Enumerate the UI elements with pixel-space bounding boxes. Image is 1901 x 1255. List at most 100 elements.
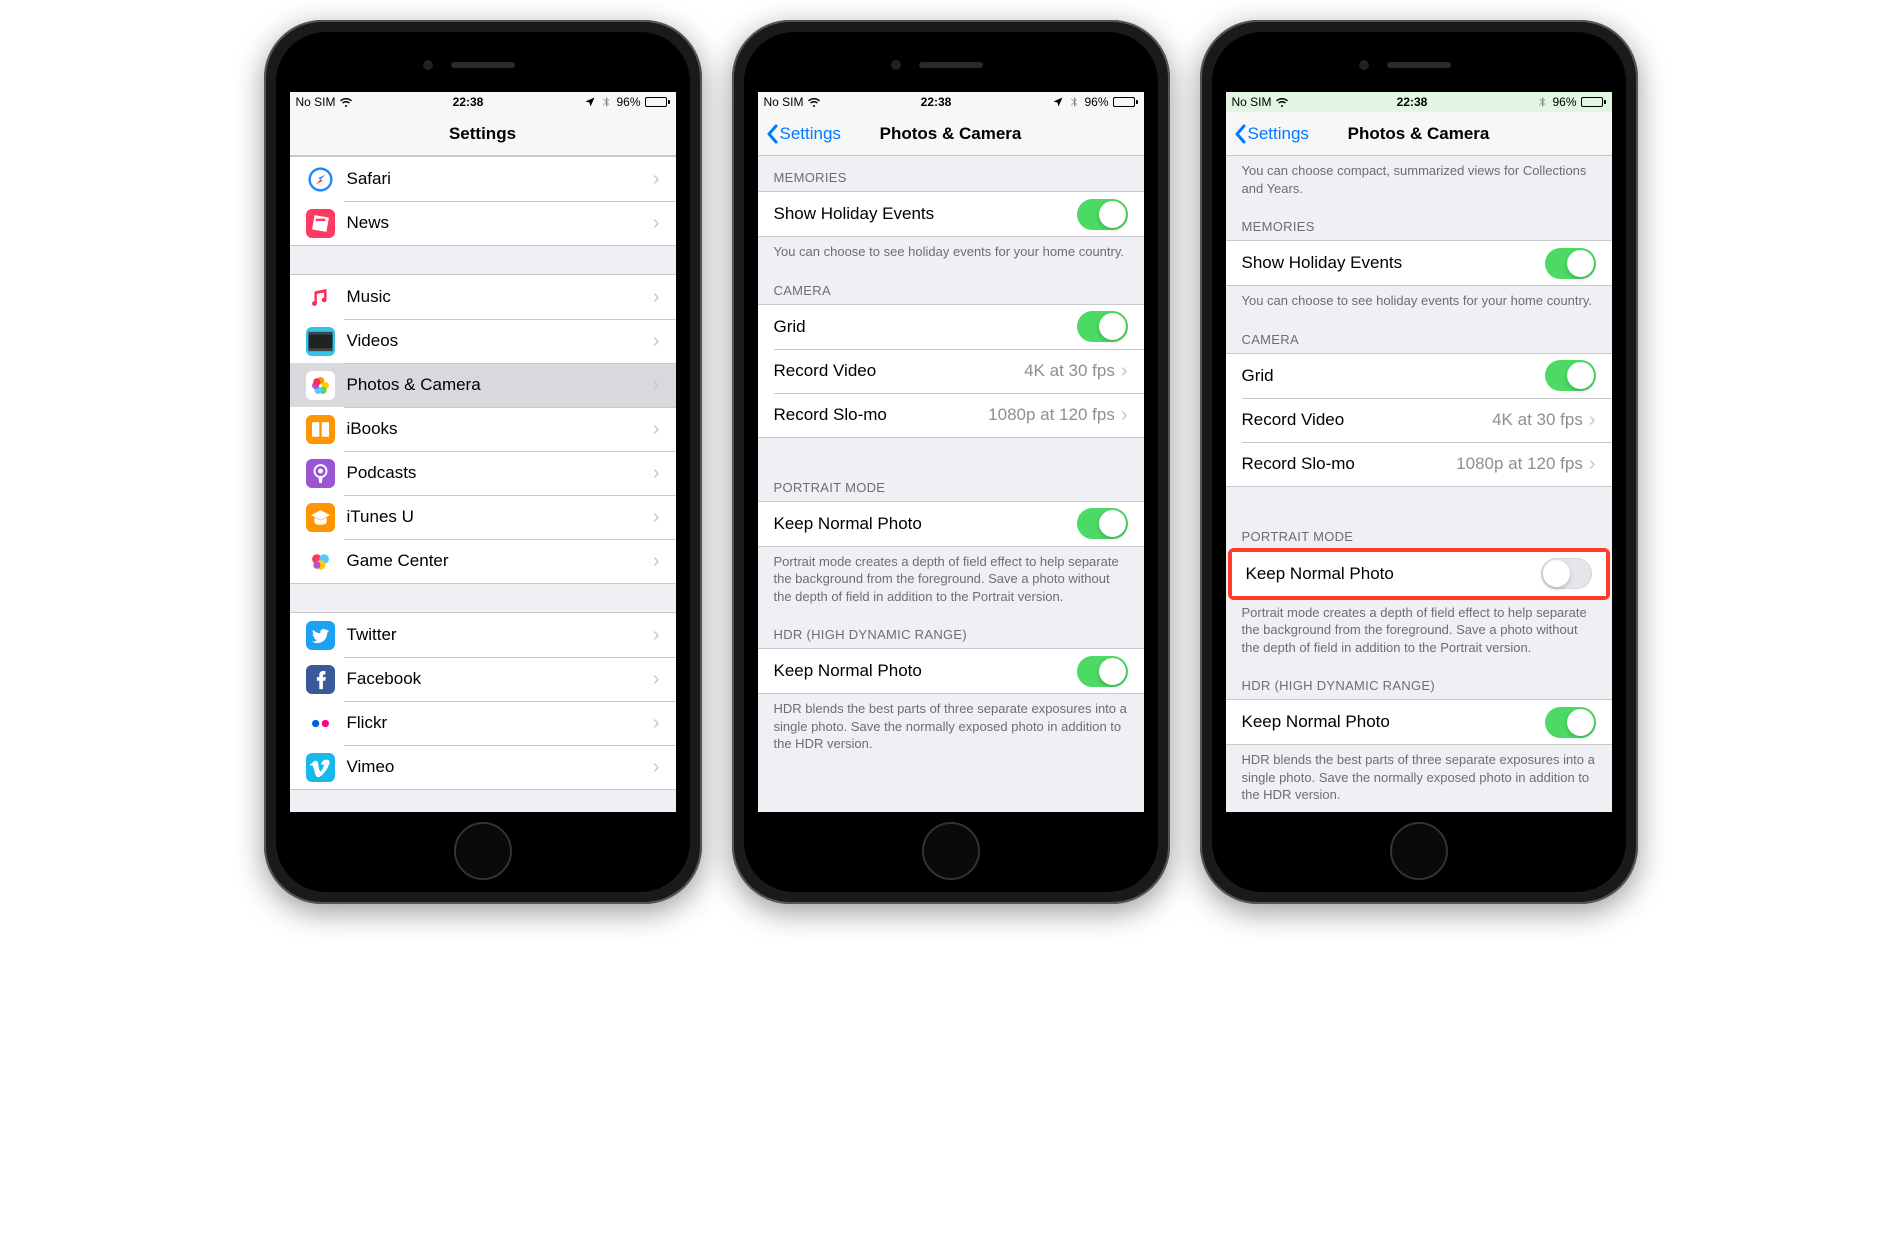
settings-row-itunesu[interactable]: iTunes U›: [290, 495, 676, 539]
row-show-holiday-events[interactable]: Show Holiday Events: [758, 192, 1144, 236]
section-footer-memories: You can choose to see holiday events for…: [758, 237, 1144, 269]
settings-row-safari[interactable]: Safari›: [290, 157, 676, 201]
chevron-right-icon: ›: [653, 507, 660, 527]
row-keep-normal-portrait[interactable]: Keep Normal Photo: [758, 502, 1144, 546]
section-header-memories: MEMORIES: [1226, 205, 1612, 240]
section-footer-top: You can choose compact, summarized views…: [1226, 156, 1612, 205]
music-icon: [306, 283, 335, 312]
chevron-right-icon: ›: [653, 419, 660, 439]
back-button[interactable]: Settings: [1234, 124, 1309, 144]
toggle-keep-normal-hdr[interactable]: [1545, 707, 1596, 738]
row-keep-normal-hdr[interactable]: Keep Normal Photo: [1226, 700, 1612, 744]
settings-row-flickr[interactable]: Flickr›: [290, 701, 676, 745]
settings-row-photos[interactable]: Photos & Camera›: [290, 363, 676, 407]
chevron-right-icon: ›: [653, 625, 660, 645]
row-detail: 4K at 30 fps: [1024, 361, 1115, 381]
status-bar: No SIM 22:38 96%: [1226, 92, 1612, 112]
phone-frame-3: No SIM 22:38 96% Settings Photos & Camer…: [1200, 20, 1638, 904]
bluetooth-icon: [1068, 96, 1080, 108]
row-record-video[interactable]: Record Video 4K at 30 fps ›: [1226, 398, 1612, 442]
row-label: Twitter: [347, 625, 653, 645]
toggle-show-holiday[interactable]: [1545, 248, 1596, 279]
section-header-portrait: PORTRAIT MODE: [1226, 515, 1612, 550]
settings-row-podcasts[interactable]: Podcasts›: [290, 451, 676, 495]
status-bar: No SIM 22:38 96%: [290, 92, 676, 112]
battery-label: 96%: [1084, 95, 1108, 109]
section-header-portrait: PORTRAIT MODE: [758, 466, 1144, 501]
carrier-label: No SIM: [296, 95, 336, 109]
videos-icon: [306, 327, 335, 356]
row-label: Music: [347, 287, 653, 307]
nav-bar: Settings: [290, 112, 676, 156]
twitter-icon: [306, 621, 335, 650]
flickr-icon: [306, 709, 335, 738]
section-footer-memories: You can choose to see holiday events for…: [1226, 286, 1612, 318]
back-label: Settings: [780, 124, 841, 144]
row-label: Grid: [1242, 366, 1545, 386]
settings-row-vimeo[interactable]: Vimeo›: [290, 745, 676, 789]
toggle-grid[interactable]: [1545, 360, 1596, 391]
status-bar: No SIM 22:38 96%: [758, 92, 1144, 112]
row-label: Vimeo: [347, 757, 653, 777]
toggle-grid[interactable]: [1077, 311, 1128, 342]
screen-photos-camera-2: No SIM 22:38 96% Settings Photos & Camer…: [1226, 92, 1612, 812]
row-label: Photos & Camera: [347, 375, 653, 395]
chevron-right-icon: ›: [653, 169, 660, 189]
section-footer-hdr: HDR blends the best parts of three separ…: [758, 694, 1144, 761]
toggle-keep-normal-portrait[interactable]: [1077, 508, 1128, 539]
toggle-keep-normal-portrait[interactable]: [1541, 558, 1592, 589]
row-grid[interactable]: Grid: [1226, 354, 1612, 398]
chevron-left-icon: [1234, 124, 1246, 144]
row-label: Facebook: [347, 669, 653, 689]
row-record-slomo[interactable]: Record Slo-mo 1080p at 120 fps ›: [758, 393, 1144, 437]
chevron-right-icon: ›: [653, 463, 660, 483]
row-detail: 1080p at 120 fps: [1456, 454, 1583, 474]
row-label: Record Slo-mo: [774, 405, 989, 425]
wifi-icon: [808, 96, 820, 108]
toggle-show-holiday[interactable]: [1077, 199, 1128, 230]
row-label: News: [347, 213, 653, 233]
carrier-label: No SIM: [764, 95, 804, 109]
toggle-keep-normal-hdr[interactable]: [1077, 656, 1128, 687]
row-record-slomo[interactable]: Record Slo-mo 1080p at 120 fps ›: [1226, 442, 1612, 486]
clock-label: 22:38: [921, 95, 952, 109]
nav-title: Photos & Camera: [1348, 124, 1490, 144]
chevron-right-icon: ›: [653, 287, 660, 307]
row-label: Videos: [347, 331, 653, 351]
home-button[interactable]: [1390, 822, 1448, 880]
settings-row-ibooks[interactable]: iBooks›: [290, 407, 676, 451]
row-show-holiday-events[interactable]: Show Holiday Events: [1226, 241, 1612, 285]
back-button[interactable]: Settings: [766, 124, 841, 144]
settings-row-music[interactable]: Music›: [290, 275, 676, 319]
settings-row-facebook[interactable]: Facebook›: [290, 657, 676, 701]
phone-frame-2: No SIM 22:38 96% Settings Photos & Camer…: [732, 20, 1170, 904]
bluetooth-icon: [1536, 96, 1548, 108]
chevron-right-icon: ›: [1121, 361, 1128, 381]
row-grid[interactable]: Grid: [758, 305, 1144, 349]
carrier-label: No SIM: [1232, 95, 1272, 109]
row-keep-normal-portrait[interactable]: Keep Normal Photo: [1232, 552, 1606, 596]
gamecenter-icon: [306, 547, 335, 576]
settings-row-videos[interactable]: Videos›: [290, 319, 676, 363]
section-header-hdr: HDR (HIGH DYNAMIC RANGE): [1226, 664, 1612, 699]
settings-row-gamecenter[interactable]: Game Center›: [290, 539, 676, 583]
row-label: Keep Normal Photo: [774, 514, 1077, 534]
clock-label: 22:38: [1397, 95, 1428, 109]
row-label: Flickr: [347, 713, 653, 733]
row-detail: 4K at 30 fps: [1492, 410, 1583, 430]
row-keep-normal-hdr[interactable]: Keep Normal Photo: [758, 649, 1144, 693]
safari-icon: [306, 165, 335, 194]
bluetooth-icon: [600, 96, 612, 108]
settings-row-twitter[interactable]: Twitter›: [290, 613, 676, 657]
row-label: Show Holiday Events: [774, 204, 1077, 224]
battery-icon: [645, 97, 670, 107]
wifi-icon: [340, 96, 352, 108]
home-button[interactable]: [454, 822, 512, 880]
row-record-video[interactable]: Record Video 4K at 30 fps ›: [758, 349, 1144, 393]
settings-row-news[interactable]: News›: [290, 201, 676, 245]
news-icon: [306, 209, 335, 238]
row-label: Show Holiday Events: [1242, 253, 1545, 273]
home-button[interactable]: [922, 822, 980, 880]
nav-title: Settings: [449, 124, 516, 144]
nav-bar: Settings Photos & Camera: [758, 112, 1144, 156]
